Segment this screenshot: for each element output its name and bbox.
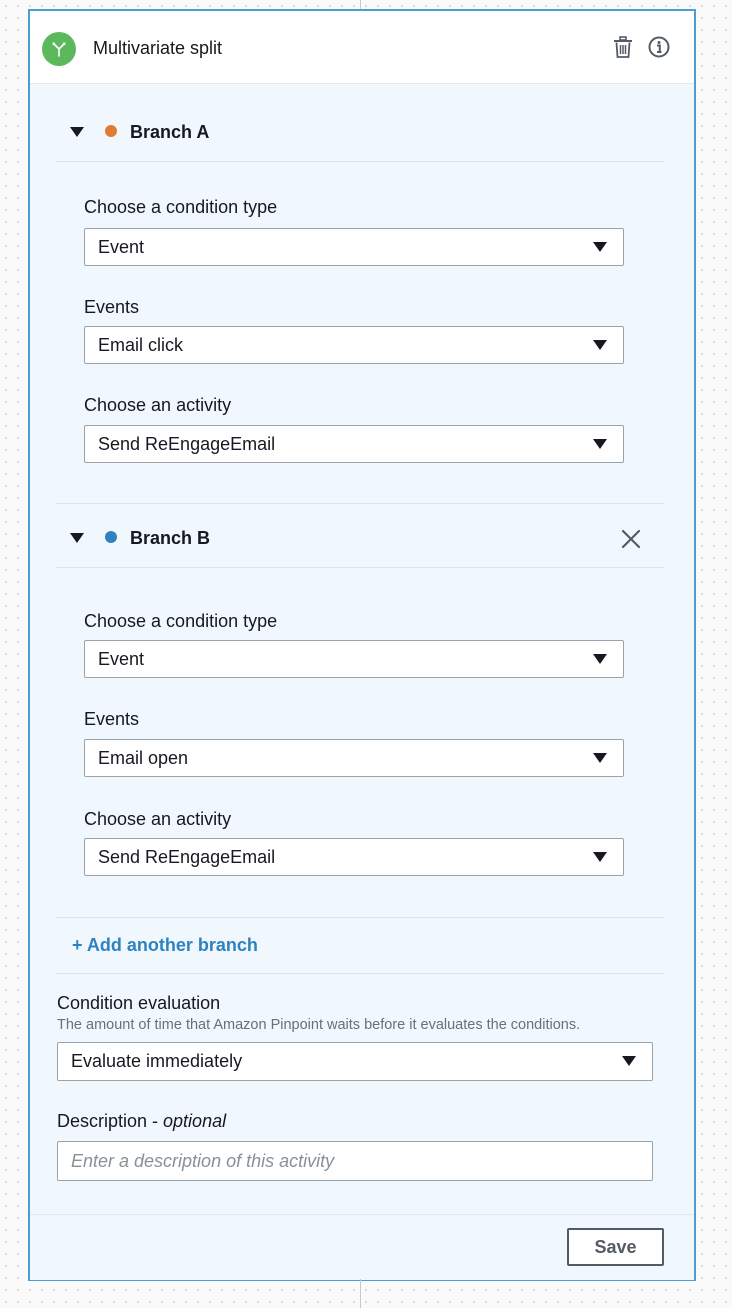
delete-button[interactable] xyxy=(611,35,635,59)
events-label-b: Events xyxy=(84,709,140,729)
remove-branch-button[interactable] xyxy=(619,527,643,551)
panel-footer: Save xyxy=(30,1214,694,1280)
divider xyxy=(56,973,664,974)
events-select-a[interactable]: Email click xyxy=(84,326,624,364)
events-value-b: Email open xyxy=(98,748,189,768)
condition-evaluation-hint: The amount of time that Amazon Pinpoint … xyxy=(57,1017,581,1033)
condition-evaluation-label: Condition evaluation xyxy=(57,993,221,1013)
divider xyxy=(56,503,664,504)
chevron-down-icon xyxy=(622,1056,636,1066)
activity-label-a: Choose an activity xyxy=(84,395,232,415)
caret-down-icon[interactable] xyxy=(70,533,84,543)
trash-icon xyxy=(614,36,632,58)
condition-type-select-a[interactable]: Event xyxy=(84,228,624,266)
multivariate-split-panel: Multivariate split Branch A Choose a con… xyxy=(28,9,696,1281)
condition-type-label-b: Choose a condition type xyxy=(84,611,278,631)
info-icon xyxy=(648,36,670,58)
branch-a-name: Branch A xyxy=(130,122,210,142)
panel-title: Multivariate split xyxy=(93,38,223,58)
chevron-down-icon xyxy=(593,242,607,252)
activity-select-a[interactable]: Send ReEngageEmail xyxy=(84,425,624,463)
caret-down-icon[interactable] xyxy=(70,127,84,137)
events-select-b[interactable]: Email open xyxy=(84,739,624,777)
chevron-down-icon xyxy=(593,753,607,763)
events-value-a: Email click xyxy=(98,335,184,355)
chevron-down-icon xyxy=(593,852,607,862)
activity-value-b: Send ReEngageEmail xyxy=(98,847,276,867)
condition-evaluation-select[interactable]: Evaluate immediately xyxy=(57,1042,653,1081)
condition-evaluation-value: Evaluate immediately xyxy=(71,1051,243,1071)
condition-type-label-a: Choose a condition type xyxy=(84,197,278,217)
description-input[interactable] xyxy=(57,1141,653,1181)
panel-header: Multivariate split xyxy=(30,11,694,84)
chevron-down-icon xyxy=(593,654,607,664)
connector-line-bottom xyxy=(360,1279,361,1308)
chevron-down-icon xyxy=(593,439,607,449)
events-label-a: Events xyxy=(84,297,140,317)
description-label-text: Description - xyxy=(57,1111,164,1131)
chevron-down-icon xyxy=(593,340,607,350)
activity-select-b[interactable]: Send ReEngageEmail xyxy=(84,838,624,876)
branch-b-name: Branch B xyxy=(130,528,211,548)
branch-b-header: Branch B xyxy=(56,511,664,568)
activity-label-b: Choose an activity xyxy=(84,809,232,829)
add-branch-link[interactable]: + Add another branch xyxy=(72,935,258,956)
condition-type-select-b[interactable]: Event xyxy=(84,640,624,678)
close-icon xyxy=(621,529,641,549)
description-optional-text: optional xyxy=(163,1111,227,1131)
split-icon xyxy=(42,32,76,66)
branch-a-color-dot xyxy=(105,125,117,137)
divider xyxy=(56,917,664,918)
description-label: Description - optional xyxy=(57,1111,226,1132)
save-button[interactable]: Save xyxy=(567,1228,664,1266)
condition-type-value-a: Event xyxy=(98,237,145,257)
branch-b-color-dot xyxy=(105,531,117,543)
info-button[interactable] xyxy=(647,35,671,59)
branch-a-header: Branch A xyxy=(56,105,664,162)
condition-type-value-b: Event xyxy=(98,649,145,669)
activity-value-a: Send ReEngageEmail xyxy=(98,434,276,454)
